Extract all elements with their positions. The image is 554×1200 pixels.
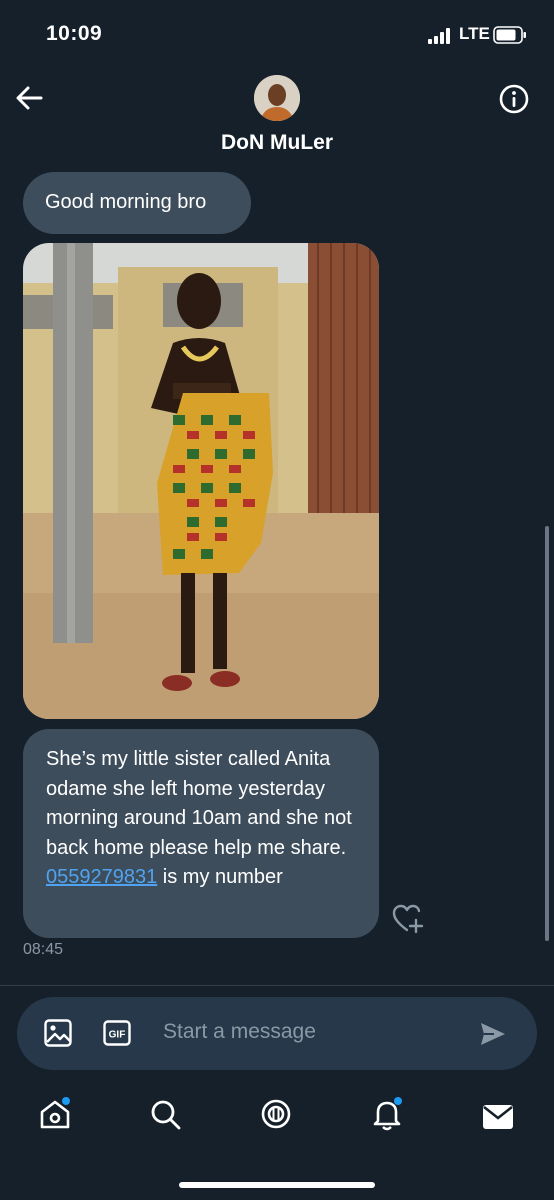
battery-icon	[493, 26, 526, 44]
home-icon[interactable]	[38, 1097, 72, 1131]
message-photo[interactable]	[23, 243, 379, 719]
info-icon[interactable]	[498, 83, 530, 115]
message-bubble[interactable]: Good morning bro	[23, 172, 251, 234]
search-icon[interactable]	[149, 1098, 183, 1132]
phone-number-link[interactable]: 0559279831	[46, 866, 157, 888]
back-arrow-icon[interactable]	[14, 84, 44, 112]
message-input[interactable]: Start a message	[163, 1020, 316, 1044]
avatar[interactable]	[254, 75, 300, 121]
image-icon[interactable]	[43, 1018, 73, 1048]
divider	[0, 985, 554, 986]
notifications-icon[interactable]	[370, 1097, 404, 1131]
contact-name[interactable]: DoN MuLer	[0, 131, 554, 155]
status-time: 10:09	[46, 22, 103, 45]
message-bubble[interactable]: She’s my little sister called Anita odam…	[23, 729, 379, 938]
message-text: Good morning bro	[45, 191, 207, 213]
send-icon[interactable]	[478, 1020, 508, 1048]
message-text-suffix: is my number	[157, 866, 283, 888]
network-label: LTE	[459, 24, 490, 43]
spaces-icon[interactable]	[259, 1099, 293, 1133]
add-reaction-icon[interactable]	[392, 904, 424, 934]
message-timestamp: 08:45	[23, 941, 64, 958]
messages-icon[interactable]	[481, 1100, 515, 1134]
svg-text:GIF: GIF	[109, 1030, 126, 1041]
gif-icon[interactable]: GIF	[102, 1018, 132, 1048]
home-indicator[interactable]	[179, 1182, 375, 1188]
signal-icon	[428, 28, 450, 44]
scrollbar[interactable]	[545, 526, 549, 941]
message-text: She’s my little sister called Anita odam…	[46, 748, 352, 859]
